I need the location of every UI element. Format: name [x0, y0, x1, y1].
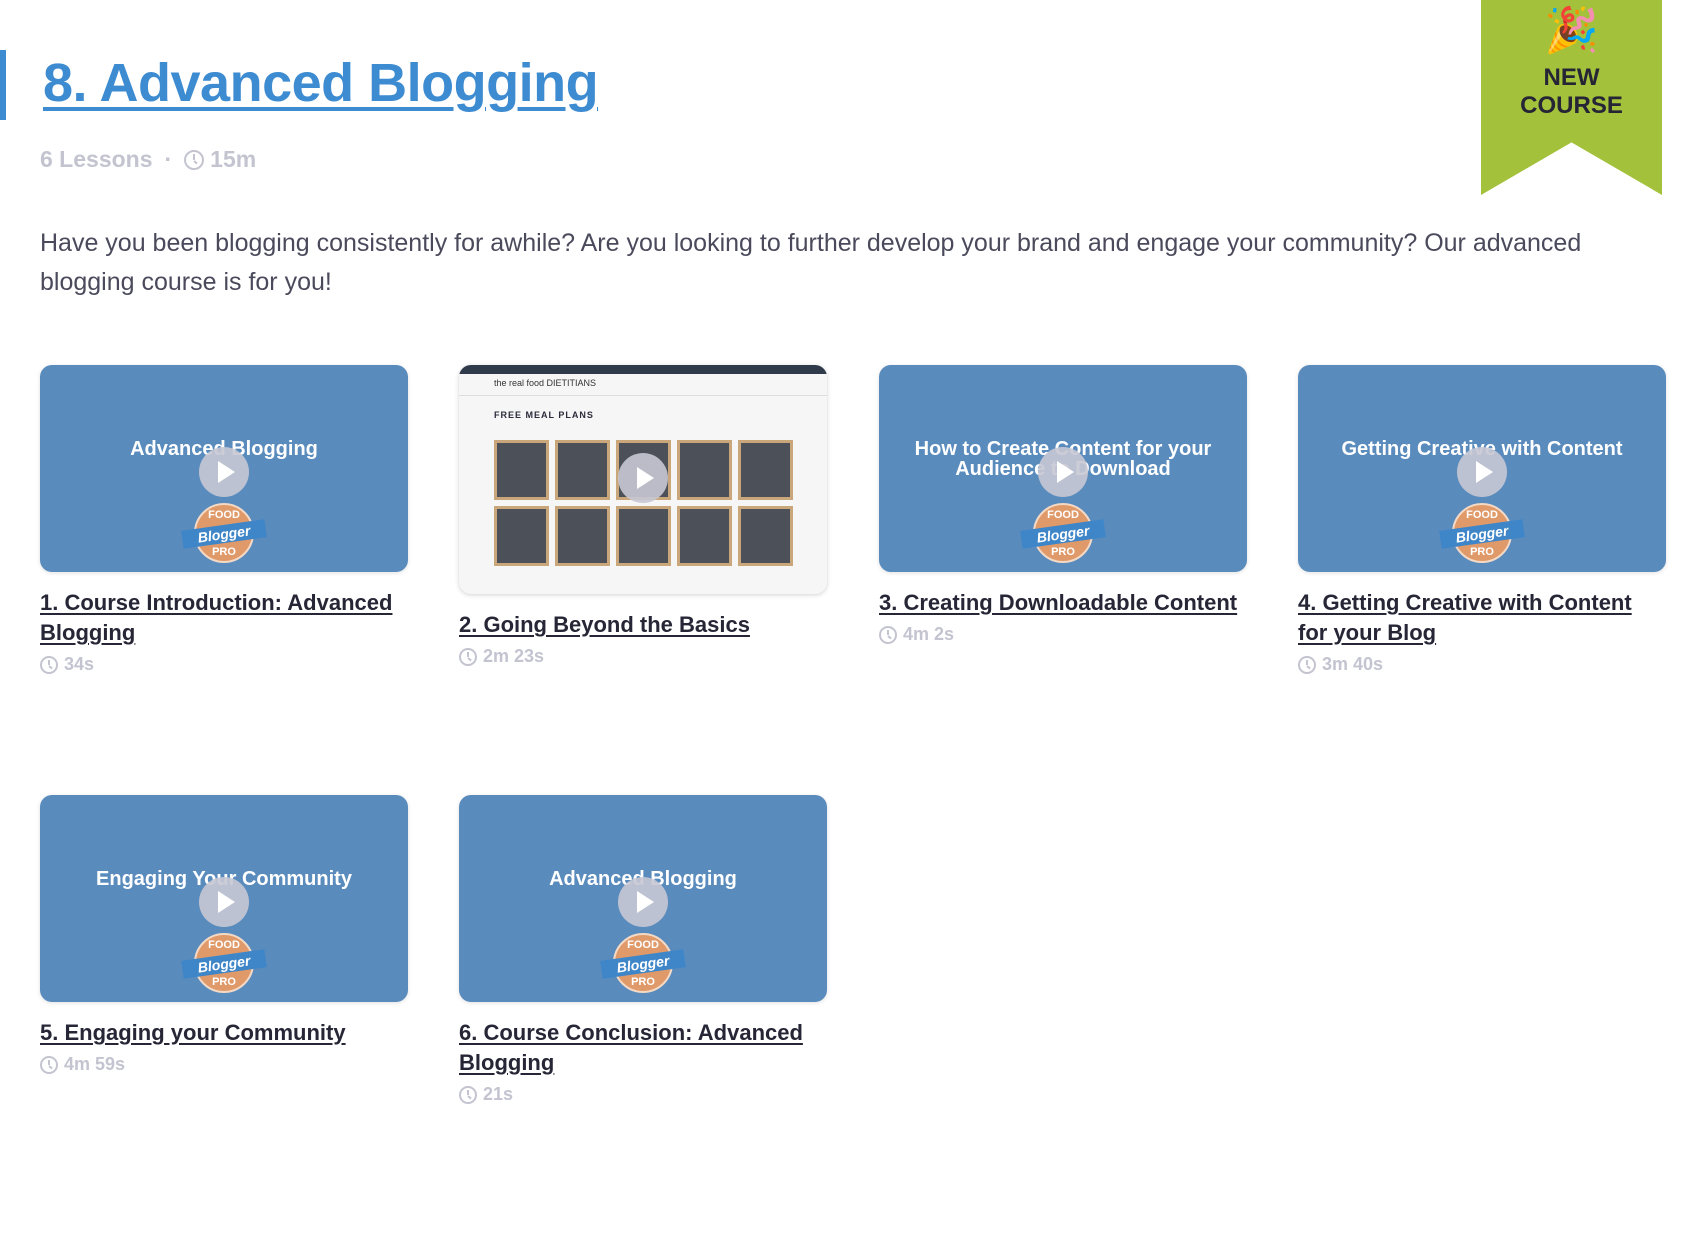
lesson-duration-text: 3m 40s [1322, 654, 1384, 674]
separator: · [164, 146, 173, 172]
lesson-duration: 4m 59s [40, 1054, 408, 1075]
clock-icon [40, 655, 58, 674]
lesson-duration: 34s [40, 654, 408, 675]
lesson-thumbnail[interactable]: How to Create Content for your Audience … [879, 365, 1247, 572]
lessons-count: 6 Lessons [40, 146, 153, 172]
food-blogger-pro-logo: FOOD Blogger PRO [1020, 503, 1106, 563]
course-description: Have you been blogging consistently for … [40, 229, 1582, 296]
lesson-duration: 3m 40s [1298, 654, 1666, 675]
course-duration: 15m [184, 146, 256, 173]
lesson-thumbnail[interactable]: the real food DIETITIANS FREE MEAL PLANS [459, 365, 827, 594]
lesson-card[interactable]: How to Create Content for your Audience … [879, 365, 1247, 645]
course-title-link[interactable]: 8. Advanced Blogging [43, 52, 599, 114]
clock-icon [40, 1055, 58, 1074]
course-duration-text: 15m [210, 146, 257, 172]
lesson-title-link[interactable]: 1. Course Introduction: Advanced Bloggin… [40, 588, 408, 648]
play-icon[interactable] [618, 453, 668, 503]
food-blogger-pro-logo: FOOD Blogger PRO [181, 933, 267, 993]
lesson-thumbnail[interactable]: Advanced Blogging FOOD Blogger PRO [459, 795, 827, 1002]
lesson-card[interactable]: Advanced Blogging FOOD Blogger PRO 6. Cours… [459, 795, 827, 1105]
play-icon[interactable] [1038, 447, 1088, 497]
clock-icon [184, 149, 205, 170]
meal-plan-tile [494, 440, 549, 500]
site-topbar [459, 365, 827, 374]
lesson-card[interactable]: Getting Creative with Content FOOD Blogge… [1298, 365, 1666, 675]
site-heading: FREE MEAL PLANS [494, 410, 594, 420]
meal-plan-tile [494, 506, 549, 566]
food-blogger-pro-logo: FOOD Blogger PRO [181, 503, 267, 563]
lesson-duration-text: 2m 23s [483, 646, 545, 666]
play-icon[interactable] [199, 447, 249, 497]
meal-plan-tile [616, 506, 671, 566]
lesson-title-link[interactable]: 4. Getting Creative with Content for you… [1298, 588, 1666, 648]
lesson-card[interactable]: Engaging Your Community FOODBloggerPRO 5.… [40, 795, 408, 1075]
lesson-duration-text: 21s [483, 1084, 514, 1104]
site-logo: the real food DIETITIANS [459, 374, 827, 396]
meal-plan-tile [555, 440, 610, 500]
food-blogger-pro-logo: FOOD Blogger PRO [1439, 503, 1525, 563]
course-meta: 6 Lessons · 15m [40, 146, 256, 173]
lesson-duration: 2m 23s [459, 646, 827, 667]
play-icon[interactable] [1457, 447, 1507, 497]
clock-icon [879, 625, 897, 644]
lesson-duration-text: 34s [64, 654, 95, 674]
lesson-thumbnail[interactable]: Getting Creative with Content FOOD Blogge… [1298, 365, 1666, 572]
lesson-duration-text: 4m 2s [903, 624, 955, 644]
food-blogger-pro-logo: FOOD Blogger PRO [600, 933, 686, 993]
badge-line1: NEW [1543, 64, 1600, 91]
badge-line2: COURSE [1520, 92, 1623, 119]
play-icon[interactable] [618, 877, 668, 927]
lesson-duration-text: 4m 59s [64, 1054, 126, 1074]
lesson-title-link[interactable]: 6. Course Conclusion: Advanced Blogging [459, 1018, 827, 1078]
lesson-thumbnail[interactable]: Advanced Blogging FOOD Blogger PRO [40, 365, 408, 572]
meal-plan-tile [738, 440, 793, 500]
accent-bar [0, 50, 6, 120]
clock-icon [459, 1085, 477, 1104]
lesson-duration: 21s [459, 1084, 827, 1105]
meal-plan-tile [738, 506, 793, 566]
clock-icon [1298, 655, 1316, 674]
lesson-card[interactable]: Advanced Blogging FOOD Blogger PRO 1. Cours… [40, 365, 408, 675]
lesson-title-link[interactable]: 2. Going Beyond the Basics [459, 610, 827, 640]
meal-plan-tile [555, 506, 610, 566]
meal-plan-tile [677, 440, 732, 500]
lesson-card[interactable]: the real food DIETITIANS FREE MEAL PLANS… [459, 365, 827, 667]
clock-icon [459, 647, 477, 666]
lesson-title-link[interactable]: 5. Engaging your Community [40, 1018, 408, 1048]
lesson-thumbnail[interactable]: Engaging Your Community FOODBloggerPRO [40, 795, 408, 1002]
party-popper-icon: 🎉 [1544, 6, 1599, 55]
play-icon[interactable] [199, 877, 249, 927]
new-course-badge: 🎉 NEW COURSE [1481, 0, 1662, 195]
lesson-duration: 4m 2s [879, 624, 1247, 645]
meal-plan-tile [677, 506, 732, 566]
lesson-title-link[interactable]: 3. Creating Downloadable Content [879, 588, 1247, 618]
